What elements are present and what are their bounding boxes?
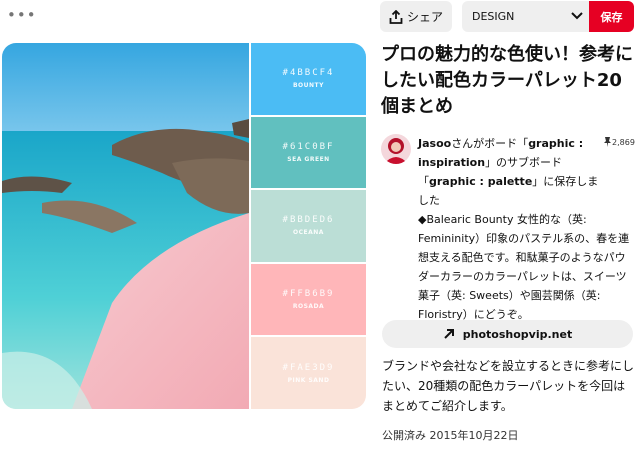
source-link-button[interactable]: photoshopvip.net bbox=[382, 320, 633, 348]
pin-body-text: ブランドや会社などを設立するときに参考にしたい、20種類の配色カラーパレットを今… bbox=[382, 359, 635, 413]
swatch-name: OCEANA bbox=[293, 229, 324, 237]
swatch-name: BOUNTY bbox=[292, 82, 324, 90]
swatch-name: SEA GREEN bbox=[287, 155, 330, 163]
board-select[interactable]: DESIGN bbox=[462, 1, 589, 32]
avatar[interactable] bbox=[381, 134, 411, 164]
share-icon bbox=[389, 9, 403, 24]
share-label: シェア bbox=[406, 10, 443, 24]
swatch-name: PINK SAND bbox=[287, 376, 330, 384]
pin-icon bbox=[604, 137, 611, 147]
palette-swatch: #61C0BF SEA GREEN bbox=[251, 116, 366, 189]
user-name[interactable]: Jasoo bbox=[418, 137, 451, 150]
palette-swatch: #BBDED6 OCEANA bbox=[251, 190, 366, 262]
more-options-icon[interactable]: ••• bbox=[7, 8, 37, 23]
save-button[interactable]: 保存 bbox=[589, 1, 634, 32]
color-palette: #4BBCF4 BOUNTY #61C0BF SEA GREEN #BBDED6… bbox=[251, 43, 366, 409]
swatch-name: ROSADA bbox=[292, 303, 325, 311]
subboard-link[interactable]: graphic : palette bbox=[429, 175, 532, 188]
swatch-hex: #FFB6B9 bbox=[282, 289, 335, 300]
pin-title: プロの魅力的な色使い！参考にしたい配色カラーパレット20個まとめ bbox=[381, 44, 633, 117]
board-select-value: DESIGN bbox=[472, 10, 515, 23]
swatch-hex: #4BBCF4 bbox=[282, 68, 335, 79]
save-info: Jasooさんがボード「graphic : inspiration」のサブボード… bbox=[418, 134, 606, 210]
chevron-down-icon bbox=[571, 12, 583, 20]
palette-swatch: #4BBCF4 BOUNTY bbox=[251, 43, 366, 115]
palette-swatch: #FFB6B9 ROSADA bbox=[251, 263, 366, 336]
published-date: 公開済み 2015年10月22日 bbox=[382, 429, 519, 442]
swatch-hex: #61C0BF bbox=[282, 141, 335, 152]
source-link-label: photoshopvip.net bbox=[462, 327, 573, 341]
user-avatar-icon bbox=[381, 134, 411, 164]
pin-count: 2,869 bbox=[604, 137, 635, 147]
palette-swatch: #FAE3D9 PINK SAND bbox=[251, 337, 366, 409]
pin-image[interactable]: #4BBCF4 BOUNTY #61C0BF SEA GREEN #BBDED6… bbox=[2, 43, 366, 409]
arrow-up-right-icon bbox=[444, 329, 454, 339]
swatch-hex: #FAE3D9 bbox=[282, 362, 335, 373]
pin-description: ◆Balearic Bounty 女性的な（英: Femininity）印象のパ… bbox=[418, 213, 630, 321]
swatch-hex: #BBDED6 bbox=[282, 215, 335, 226]
share-button[interactable]: シェア bbox=[380, 1, 452, 32]
pin-count-value: 2,869 bbox=[612, 137, 635, 147]
save-info-text: さんがボード「 bbox=[451, 137, 529, 150]
beach-photo bbox=[2, 43, 249, 409]
